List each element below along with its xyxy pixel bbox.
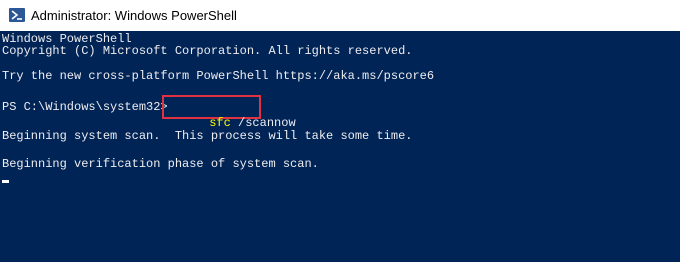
console-output[interactable]: Windows PowerShell Copyright (C) Microso…: [0, 31, 680, 262]
console-line: Copyright (C) Microsoft Corporation. All…: [2, 44, 413, 58]
window-title: Administrator: Windows PowerShell: [31, 8, 237, 23]
console-line: Beginning system scan. This process will…: [2, 129, 413, 143]
console-line: Try the new cross-platform PowerShell ht…: [2, 69, 435, 83]
prompt-path: PS C:\Windows\system32>: [2, 100, 168, 114]
command-text: sfc /scannow: [166, 99, 295, 130]
powershell-window: Administrator: Windows PowerShell Window…: [0, 0, 680, 262]
title-bar[interactable]: Administrator: Windows PowerShell: [0, 0, 680, 31]
text-cursor: [2, 180, 9, 183]
powershell-icon: [9, 8, 25, 22]
console-line: Beginning verification phase of system s…: [2, 157, 319, 171]
